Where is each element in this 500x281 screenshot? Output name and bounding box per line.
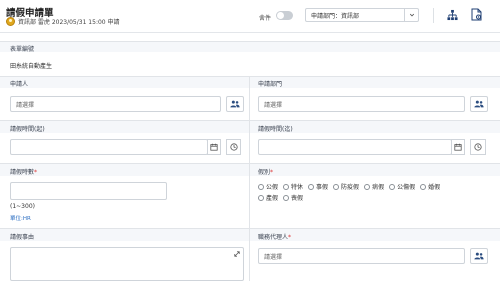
agent-placeholder: 請選擇	[264, 253, 283, 261]
start-date-input[interactable]	[10, 139, 208, 155]
reason-textarea[interactable]	[10, 247, 244, 281]
calendar-icon	[454, 143, 462, 151]
dept-filter-value: 申請部門：資訊部	[311, 12, 360, 20]
hours-input[interactable]	[10, 182, 167, 200]
toggle-knob	[277, 12, 284, 19]
radio-circle	[420, 183, 427, 190]
toggle-switch[interactable]	[276, 11, 293, 20]
hours-label: 請假時數*	[10, 167, 37, 176]
leave-type-text: 產假	[266, 195, 279, 202]
required-mark: *	[34, 169, 38, 176]
agent-label-text: 職務代理人	[258, 234, 289, 241]
dept-placeholder: 請選擇	[264, 101, 283, 109]
header-divider	[433, 8, 434, 23]
leave-type-option[interactable]: 公假	[258, 182, 278, 191]
leave-type-text: 喪假	[291, 195, 304, 202]
required-mark: *	[288, 234, 292, 241]
leave-type-label-text: 假別	[258, 169, 271, 176]
leave-type-option[interactable]: 產假	[258, 193, 278, 202]
row-bg-time	[0, 121, 500, 133]
leave-type-row-2: 產假 喪假	[258, 193, 308, 202]
leave-type-text: 防疫假	[341, 184, 360, 191]
leave-type-label: 假別*	[258, 167, 273, 176]
radio-circle	[258, 194, 264, 201]
leave-type-option[interactable]: 公傷假	[389, 182, 415, 191]
column-divider	[249, 76, 250, 281]
radio-circle	[364, 183, 371, 190]
dept-picker-button[interactable]	[470, 96, 488, 112]
radio-circle	[333, 183, 340, 190]
divider	[0, 41, 500, 42]
applicant-field[interactable]: 請選擇	[10, 96, 221, 112]
applicant-label: 申請人	[10, 81, 29, 88]
radio-circle	[283, 183, 290, 190]
clock-icon	[229, 143, 238, 151]
toggle-label: 舍件	[259, 15, 272, 22]
leave-type-option[interactable]: 特休	[283, 182, 303, 191]
page-header: 請假申請單 資訊部 雷虎 2023/05/31 15:00 申請 舍件 申請部門…	[0, 0, 500, 33]
hours-unit-link[interactable]: 單位:HR	[10, 214, 31, 222]
users-icon	[474, 100, 484, 108]
avatar	[6, 17, 15, 26]
dept-label: 申請部門	[258, 81, 283, 88]
clock-icon	[474, 143, 482, 151]
start-clock-button[interactable]	[226, 139, 241, 155]
leave-type-text: 事假	[316, 184, 329, 191]
dept-filter-select[interactable]: 申請部門：資訊部	[305, 8, 419, 22]
leave-type-text: 特休	[291, 184, 304, 191]
leave-type-text: 公假	[266, 184, 279, 191]
form-no-label: 表單編號	[10, 46, 35, 53]
leave-type-option[interactable]: 病假	[364, 182, 384, 191]
divider	[0, 76, 500, 77]
chevron-down-icon[interactable]	[404, 9, 418, 21]
expand-icon[interactable]	[234, 251, 240, 257]
hours-range-hint: (1~300)	[10, 203, 35, 210]
leave-type-text: 婚假	[428, 184, 441, 191]
radio-circle	[258, 183, 264, 190]
applicant-meta: 資訊部 雷虎 2023/05/31 15:00 申請	[6, 17, 120, 26]
calendar-icon	[210, 143, 218, 151]
end-calendar-button[interactable]	[451, 139, 465, 155]
radio-circle	[389, 183, 396, 190]
users-icon	[230, 100, 240, 108]
applicant-meta-text: 資訊部 雷虎 2023/05/31 15:00 申請	[18, 19, 120, 26]
row-bg-form-no	[0, 41, 500, 52]
reason-label: 請假事由	[10, 234, 35, 241]
leave-type-option[interactable]: 防疫假	[333, 182, 359, 191]
row-bg-reason	[0, 229, 500, 241]
start-time-label: 請假時間(起)	[10, 126, 45, 133]
radio-circle	[308, 183, 315, 190]
start-calendar-button[interactable]	[207, 139, 221, 155]
org-chart-icon[interactable]	[447, 9, 458, 21]
agent-label: 職務代理人*	[258, 232, 291, 241]
required-mark: *	[270, 169, 274, 176]
form-no-value: 田糸統自動產生	[10, 63, 53, 70]
applicant-picker-button[interactable]	[226, 96, 244, 112]
agent-field[interactable]: 請選擇	[258, 248, 465, 264]
leave-type-row-1: 公假 特休 事假 防疫假 病假 公傷假 婚假	[258, 182, 445, 191]
leave-type-text: 病假	[372, 184, 385, 191]
end-time-label: 請假時間(迄)	[258, 126, 293, 133]
hours-label-text: 請假時數	[10, 169, 35, 176]
row-bg-applicant	[0, 76, 500, 88]
divider	[0, 228, 500, 229]
users-icon	[474, 252, 484, 260]
end-clock-button[interactable]	[470, 139, 486, 155]
document-settings-icon[interactable]	[471, 8, 483, 21]
row-bg-hours	[0, 164, 500, 176]
divider	[0, 163, 500, 164]
leave-type-text: 公傷假	[397, 184, 416, 191]
divider	[0, 120, 500, 121]
leave-type-option[interactable]: 喪假	[283, 193, 303, 202]
applicant-placeholder: 請選擇	[16, 101, 35, 109]
leave-type-option[interactable]: 事假	[308, 182, 328, 191]
dept-field[interactable]: 請選擇	[258, 96, 465, 112]
radio-circle	[283, 194, 290, 201]
end-date-input[interactable]	[258, 139, 452, 155]
leave-type-option[interactable]: 婚假	[420, 182, 440, 191]
agent-picker-button[interactable]	[470, 248, 488, 264]
